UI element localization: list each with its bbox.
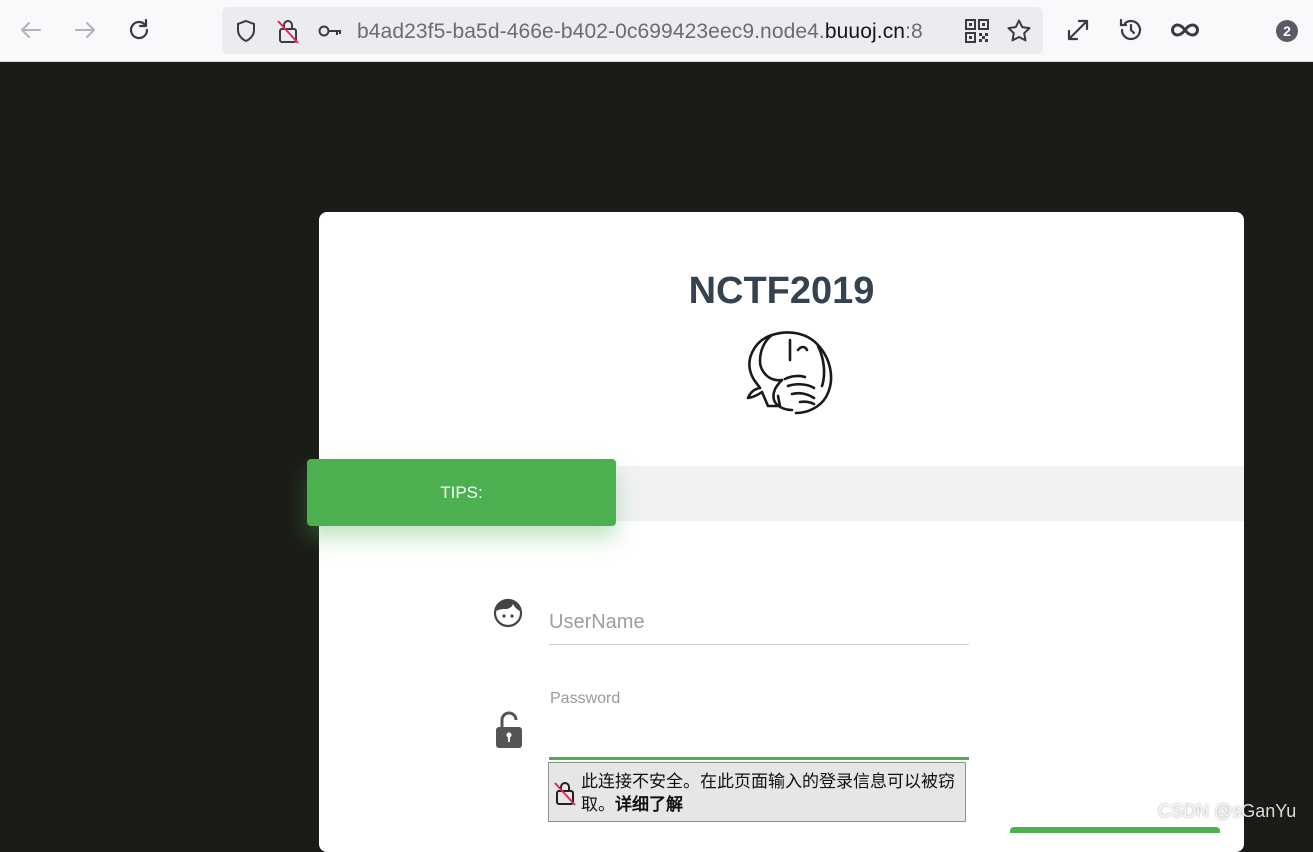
key-icon[interactable] bbox=[317, 18, 343, 44]
history-icon[interactable] bbox=[1116, 15, 1146, 45]
username-input[interactable] bbox=[549, 600, 969, 645]
warning-text-block: 此连接不安全。在此页面输入的登录信息可以被窃取。详细了解 bbox=[581, 770, 965, 816]
insecure-lock-icon bbox=[553, 780, 577, 806]
star-icon[interactable] bbox=[1006, 18, 1032, 44]
password-input[interactable] bbox=[549, 712, 969, 760]
password-label: Password bbox=[550, 690, 621, 707]
unlocked-padlock-icon bbox=[494, 710, 524, 750]
reload-icon[interactable] bbox=[124, 15, 154, 45]
forward-arrow-icon[interactable] bbox=[70, 15, 100, 45]
page-title: NCTF2019 bbox=[688, 270, 875, 312]
qr-code-icon[interactable] bbox=[964, 18, 990, 44]
tips-label: TIPS: bbox=[440, 482, 483, 502]
insecure-lock-icon[interactable] bbox=[275, 18, 301, 44]
login-button-partial[interactable] bbox=[1010, 827, 1220, 833]
url-prefix: b4ad23f5-ba5d-466e-b402-0c699423eec9.nod… bbox=[357, 20, 825, 43]
shield-icon[interactable] bbox=[233, 18, 259, 44]
tips-banner: TIPS: bbox=[307, 459, 616, 526]
browser-toolbar: b4ad23f5-ba5d-466e-b402-0c699423eec9.nod… bbox=[0, 0, 1313, 62]
url-suffix: :8 bbox=[905, 20, 923, 43]
watermark: CSDN @sGanYu bbox=[1158, 801, 1297, 821]
insecure-login-warning[interactable]: 此连接不安全。在此页面输入的登录信息可以被窃取。详细了解 bbox=[548, 762, 966, 822]
learn-more-link[interactable]: 详细了解 bbox=[615, 795, 683, 814]
url-domain: buuoj.cn bbox=[824, 20, 906, 43]
tab-count-badge[interactable]: 2 bbox=[1276, 20, 1298, 42]
infinity-icon[interactable] bbox=[1170, 15, 1200, 45]
user-face-icon bbox=[492, 597, 524, 629]
url-fade bbox=[922, 15, 962, 47]
expand-icon[interactable] bbox=[1063, 15, 1093, 45]
url-bar[interactable]: b4ad23f5-ba5d-466e-b402-0c699423eec9.nod… bbox=[222, 7, 1043, 54]
back-arrow-icon[interactable] bbox=[16, 15, 46, 45]
elephant-logo-icon bbox=[722, 316, 842, 416]
url-text[interactable]: b4ad23f5-ba5d-466e-b402-0c699423eec9.nod… bbox=[357, 20, 952, 44]
